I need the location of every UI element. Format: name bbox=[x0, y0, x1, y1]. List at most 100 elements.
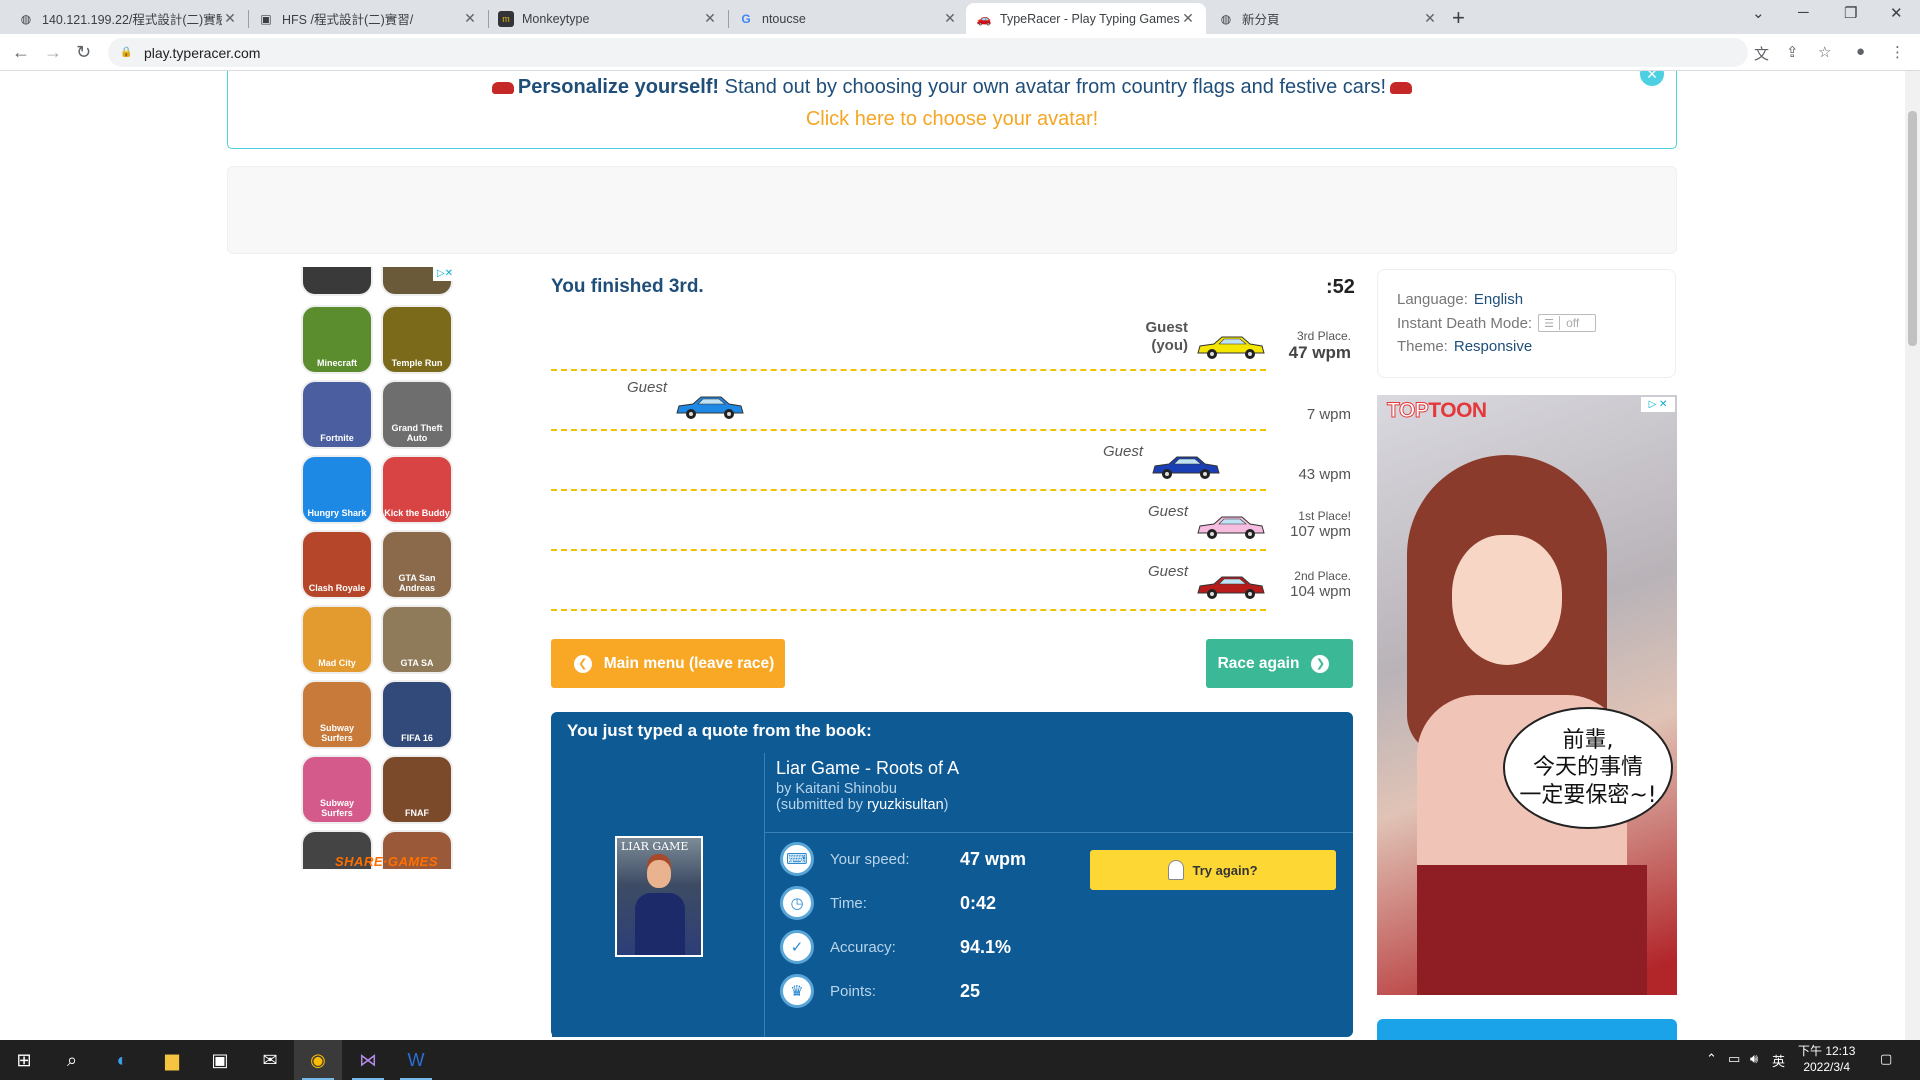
game-icon[interactable]: Clash Royale bbox=[301, 530, 373, 599]
translate-icon[interactable]: 文 bbox=[1754, 43, 1769, 64]
tab-title: 140.121.199.22/程式設計(二)實驗 bbox=[42, 13, 222, 27]
game-icon[interactable]: Kick the Buddy bbox=[381, 455, 453, 524]
book-cover-image[interactable]: LIAR GAME bbox=[615, 836, 703, 957]
racer-username[interactable]: Guest bbox=[627, 379, 667, 397]
speech-line: 今天的事情 bbox=[1532, 755, 1643, 781]
lane-result: 3rd Place. 47 wpm bbox=[1289, 329, 1351, 363]
game-icon[interactable]: Grand Theft Auto bbox=[381, 380, 453, 449]
profile-icon[interactable]: ● bbox=[1856, 43, 1865, 60]
stat-value: 0:42 bbox=[960, 892, 997, 913]
tab-search-icon[interactable]: ⌄ bbox=[1752, 4, 1765, 22]
tab-title: 新分頁 bbox=[1242, 13, 1280, 27]
try-again-button[interactable]: Try again? bbox=[1090, 850, 1336, 890]
tray-chevron-icon[interactable]: ⌃ bbox=[1706, 1051, 1717, 1067]
choose-avatar-link[interactable]: Click here to choose your avatar! bbox=[228, 108, 1676, 131]
new-tab-button[interactable]: + bbox=[1452, 5, 1465, 31]
volume-icon[interactable]: 🔊︎ bbox=[1750, 1051, 1758, 1067]
ad-choices-icon[interactable]: ▷ ✕ bbox=[1641, 397, 1675, 412]
ad-choices-icon[interactable]: ▷✕ bbox=[433, 267, 457, 281]
close-window-button[interactable]: ✕ bbox=[1890, 4, 1903, 22]
browser-tab-6[interactable]: ◍ 新分頁 ✕ bbox=[1208, 3, 1448, 34]
tab-close-icon[interactable]: ✕ bbox=[462, 10, 478, 27]
browser-tab-5-active[interactable]: 🚗 TypeRacer - Play Typing Games ✕ bbox=[966, 3, 1206, 34]
game-icon[interactable]: Minecraft bbox=[301, 305, 373, 374]
tab-title: HFS /程式設計(二)實習/ bbox=[282, 13, 414, 27]
menu-kebab-icon[interactable]: ⋮ bbox=[1890, 43, 1905, 61]
ad-placeholder bbox=[227, 166, 1677, 254]
chrome-icon[interactable]: ◉ bbox=[294, 1040, 342, 1080]
back-icon[interactable]: ← bbox=[12, 42, 30, 63]
quote-header: You just typed a quote from the book: bbox=[567, 721, 872, 740]
forward-icon[interactable]: → bbox=[44, 42, 62, 63]
comic-ad[interactable]: TOPTOON ▷ ✕ 前輩, 今天的事情 一定要保密~! bbox=[1377, 395, 1677, 995]
race-car-icon bbox=[1197, 336, 1265, 359]
game-icon[interactable]: GTA San Andreas bbox=[381, 530, 453, 599]
place-label: 2nd Place. bbox=[1294, 569, 1351, 583]
game-icon[interactable]: Mad City bbox=[301, 605, 373, 674]
minimize-button[interactable]: ─ bbox=[1798, 4, 1809, 21]
share-icon[interactable]: ⇪ bbox=[1786, 43, 1799, 61]
instant-death-toggle[interactable]: ☰ off bbox=[1538, 314, 1597, 333]
store-icon[interactable]: ▣ bbox=[196, 1040, 244, 1080]
divider bbox=[765, 832, 1353, 833]
game-ad[interactable]: Minecraft Temple Run Fortnite Grand Thef… bbox=[299, 267, 457, 869]
game-icon[interactable]: FNAF bbox=[381, 755, 453, 824]
submitter-link[interactable]: ryuzkisultan bbox=[867, 797, 944, 813]
main-menu-button[interactable]: ❮ Main menu (leave race) bbox=[551, 639, 785, 688]
reload-icon[interactable]: ↻ bbox=[76, 42, 91, 63]
race-car-icon bbox=[676, 396, 744, 419]
game-icon[interactable]: Subway Surfers bbox=[301, 755, 373, 824]
browser-tab-3[interactable]: m Monkeytype ✕ bbox=[488, 3, 728, 34]
try-again-label: Try again? bbox=[1192, 862, 1258, 878]
book-title[interactable]: Liar Game - Roots of A bbox=[776, 758, 959, 779]
stat-speed: ⌨ Your speed: 47 wpm bbox=[780, 841, 1026, 877]
address-bar-row: ← → ↻ 🔒 play.typeracer.com 文 ⇪ ☆ ● ⋮ bbox=[0, 34, 1920, 71]
browser-tab-1[interactable]: ◍ 140.121.199.22/程式設計(二)實驗 ✕ bbox=[8, 3, 248, 34]
tab-close-icon[interactable]: ✕ bbox=[1180, 10, 1196, 27]
windows-start-icon[interactable]: ⊞ bbox=[0, 1040, 48, 1080]
page-scrollbar[interactable] bbox=[1905, 71, 1920, 1040]
racer-username[interactable]: Guest bbox=[1148, 563, 1188, 581]
racer-username[interactable]: Guest bbox=[1145, 319, 1188, 337]
search-icon[interactable]: ⌕ bbox=[48, 1040, 96, 1080]
racer-name: Guest bbox=[1148, 503, 1188, 521]
tab-close-icon[interactable]: ✕ bbox=[702, 10, 718, 27]
tab-close-icon[interactable]: ✕ bbox=[222, 10, 238, 27]
notification-icon[interactable]: ▢ bbox=[1880, 1051, 1892, 1067]
race-lane: Guest (you) 3rd Place. 47 wpm bbox=[551, 311, 1351, 371]
game-icon[interactable]: FIFA 16 bbox=[381, 680, 453, 749]
file-explorer-icon[interactable]: ▆ bbox=[148, 1040, 196, 1080]
visual-studio-icon[interactable]: ⋈ bbox=[344, 1040, 392, 1080]
lane-result: 7 wpm bbox=[1307, 406, 1351, 423]
browser-tab-4[interactable]: G ntoucse ✕ bbox=[728, 3, 968, 34]
theme-value[interactable]: Responsive bbox=[1454, 338, 1532, 355]
game-icon[interactable] bbox=[301, 267, 373, 296]
ime-indicator[interactable]: 英 bbox=[1772, 1051, 1785, 1070]
browser-tab-2[interactable]: ▣ HFS /程式設計(二)實習/ ✕ bbox=[248, 3, 488, 34]
edge-icon[interactable]: ◐ bbox=[98, 1040, 146, 1080]
race-again-button[interactable]: Race again ❯ bbox=[1206, 639, 1353, 688]
url-field[interactable]: 🔒 play.typeracer.com bbox=[108, 38, 1748, 67]
taskbar-clock[interactable]: 下午 12:13 2022/3/4 bbox=[1798, 1043, 1855, 1075]
racer-username[interactable]: Guest bbox=[1148, 503, 1188, 521]
network-icon[interactable]: ▭ bbox=[1728, 1051, 1740, 1067]
word-icon[interactable]: W bbox=[392, 1040, 440, 1080]
game-icon[interactable]: GTA SA bbox=[381, 605, 453, 674]
racer-username[interactable]: Guest bbox=[1103, 443, 1143, 461]
game-icon[interactable]: Fortnite bbox=[301, 380, 373, 449]
game-name: GTA SA bbox=[400, 658, 434, 668]
maximize-button[interactable]: ❐ bbox=[1844, 4, 1857, 22]
main-menu-label: Main menu (leave race) bbox=[603, 654, 775, 672]
tab-close-icon[interactable]: ✕ bbox=[1422, 10, 1438, 27]
game-icon[interactable]: Hungry Shark bbox=[301, 455, 373, 524]
game-icon[interactable]: Temple Run bbox=[381, 305, 453, 374]
lane-track-line bbox=[551, 609, 1266, 611]
language-value[interactable]: English bbox=[1474, 291, 1523, 308]
bookmark-star-icon[interactable]: ☆ bbox=[1818, 43, 1831, 61]
book-info: Liar Game - Roots of A by Kaitani Shinob… bbox=[776, 758, 959, 813]
tab-close-icon[interactable]: ✕ bbox=[942, 10, 958, 27]
mail-icon[interactable]: ✉ bbox=[246, 1040, 294, 1080]
game-icon[interactable]: Subway Surfers bbox=[301, 680, 373, 749]
book-cover-area: LIAR GAME bbox=[552, 753, 765, 1037]
scrollbar-thumb[interactable] bbox=[1908, 111, 1917, 346]
